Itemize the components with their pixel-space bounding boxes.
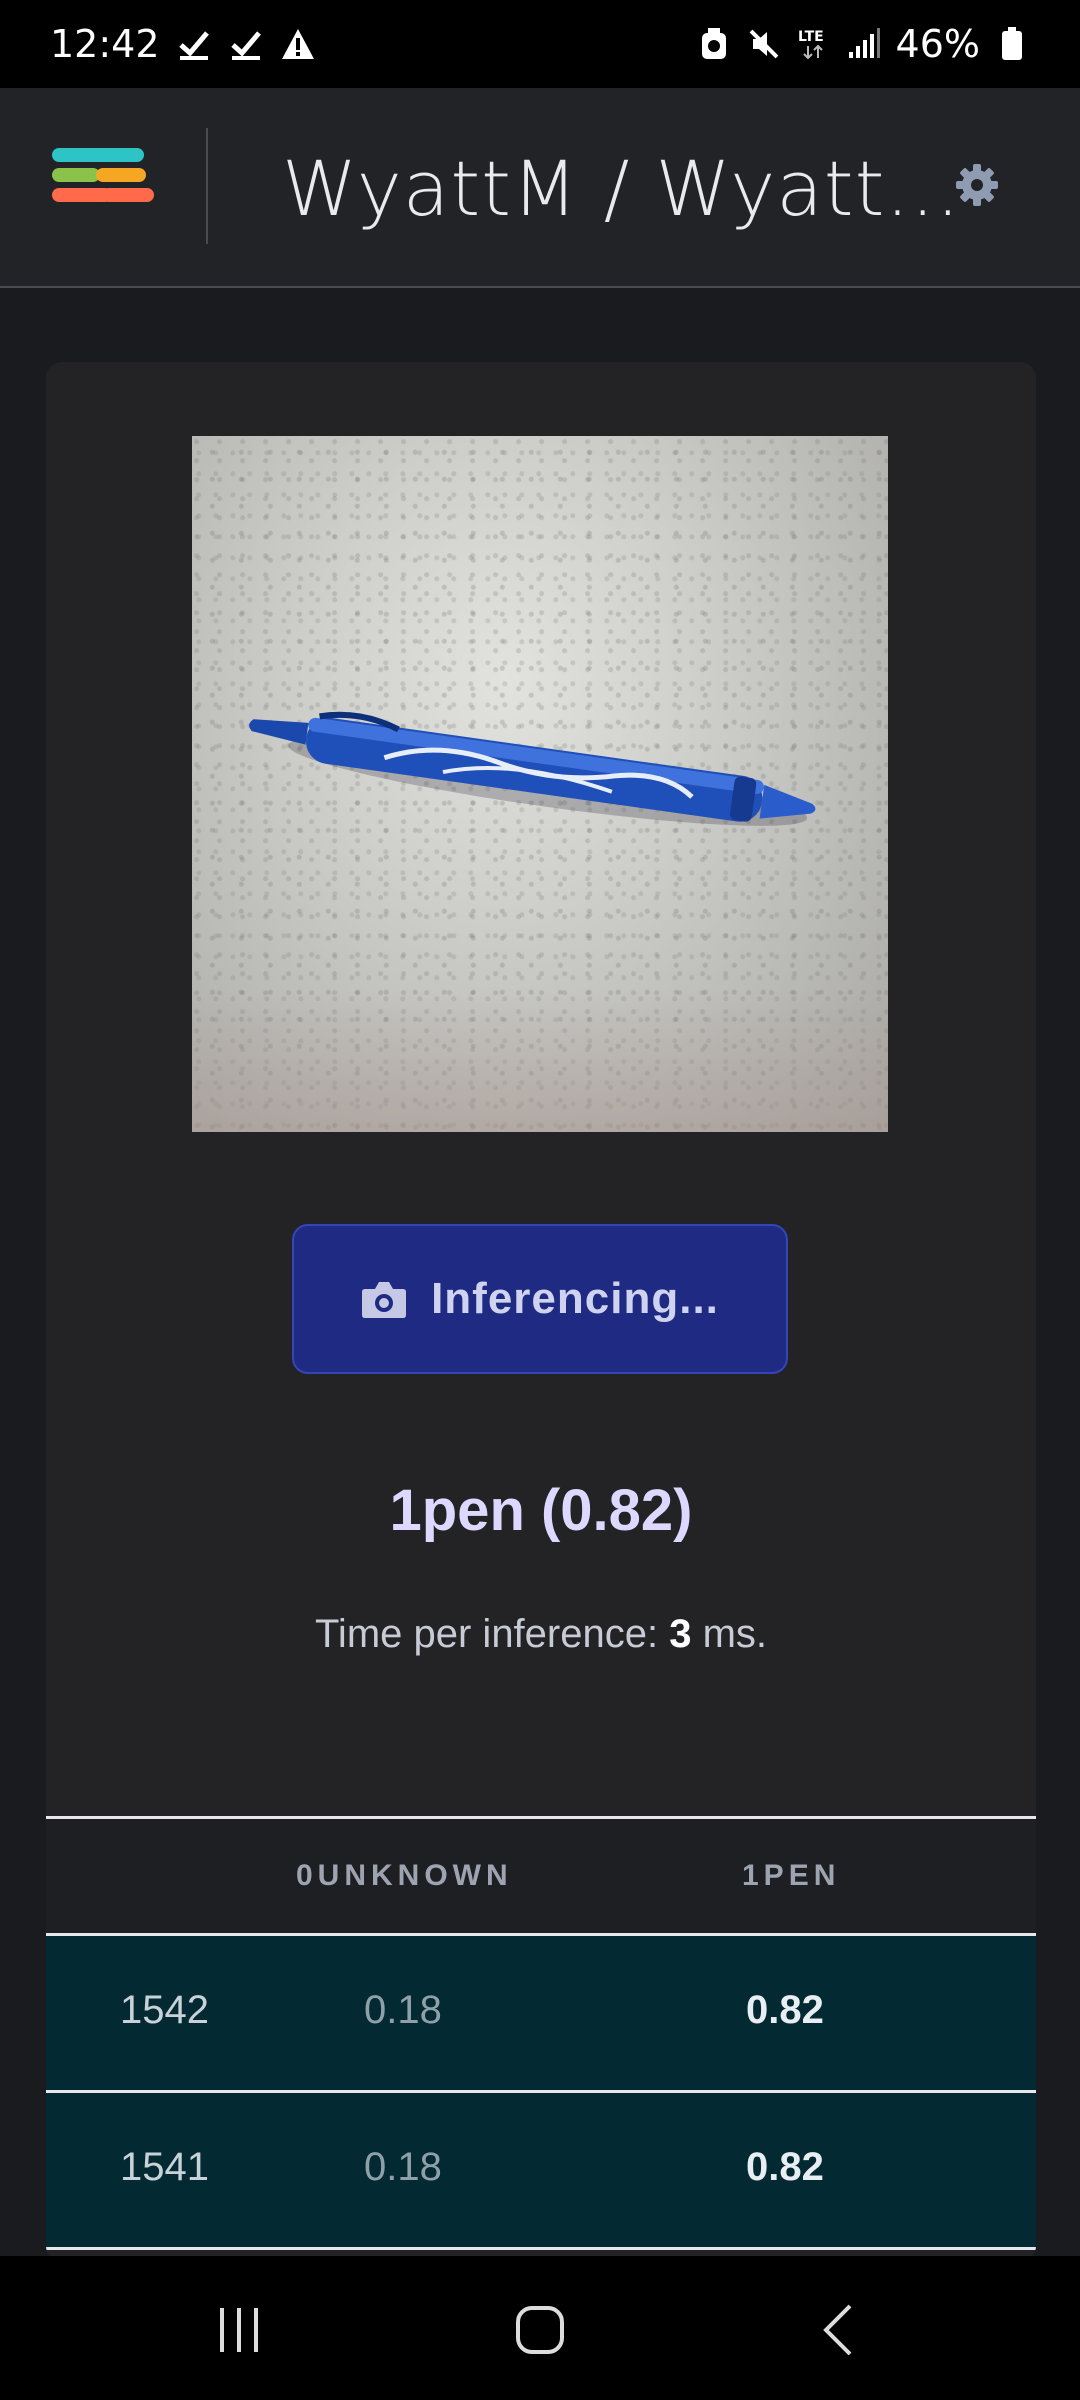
timing-prefix: Time per inference: — [314, 1612, 670, 1656]
status-time: 12:42 — [50, 22, 160, 66]
row-unknown-score: 0.18 — [364, 1988, 442, 2032]
back-icon[interactable] — [810, 2300, 870, 2360]
app-header: WyattM / Wyatt... — [0, 88, 1080, 288]
row-unknown-score: 0.18 — [364, 2145, 442, 2189]
home-icon[interactable] — [510, 2300, 570, 2360]
battery-percent: 46% — [895, 22, 980, 66]
warning-icon — [280, 26, 316, 62]
inference-card: Inferencing... 1pen (0.82) Time per infe… — [46, 362, 1036, 2262]
project-title[interactable]: WyattM / Wyatt... — [282, 144, 961, 233]
recents-icon[interactable] — [210, 2300, 270, 2360]
column-header-unknown: 0UNKNOWN — [296, 1859, 513, 1892]
navigation-bar — [0, 2256, 1080, 2400]
camera-preview-image — [192, 436, 888, 1132]
row-pen-score: 0.82 — [746, 1988, 824, 2032]
table-row[interactable]: 1541 0.18 0.82 — [46, 2093, 1036, 2250]
inference-time: Time per inference: 3 ms. — [46, 1612, 1036, 1657]
signal-icon — [846, 26, 882, 62]
pen-object — [249, 711, 816, 826]
lte-icon: LTE — [796, 26, 832, 62]
prediction-result: 1pen (0.82) — [389, 1478, 693, 1543]
inference-button-label: Inferencing... — [431, 1274, 719, 1323]
alarm-icon — [696, 26, 732, 62]
app-logo[interactable] — [52, 148, 154, 224]
table-row[interactable]: 1542 0.18 0.82 — [46, 1936, 1036, 2093]
battery-icon — [994, 26, 1030, 62]
check-icon — [228, 26, 264, 62]
timing-value: 3 — [669, 1612, 692, 1656]
table-header: 0UNKNOWN 1PEN — [46, 1816, 1036, 1936]
row-id: 1542 — [120, 1988, 209, 2032]
inference-button[interactable]: Inferencing... — [292, 1224, 788, 1374]
results-table: 0UNKNOWN 1PEN 1542 0.18 0.82 1541 0.18 0… — [46, 1816, 1036, 2250]
check-icon — [176, 26, 212, 62]
mute-icon — [746, 26, 782, 62]
status-bar: 12:42 LTE 46% — [0, 0, 1080, 88]
timing-suffix: ms. — [691, 1612, 767, 1656]
svg-text:LTE: LTE — [798, 29, 824, 45]
gear-icon[interactable] — [952, 160, 1002, 210]
camera-icon — [361, 1279, 407, 1319]
header-divider — [206, 128, 208, 244]
column-header-pen: 1PEN — [742, 1859, 841, 1892]
row-pen-score: 0.82 — [746, 2145, 824, 2189]
row-id: 1541 — [120, 2145, 209, 2189]
